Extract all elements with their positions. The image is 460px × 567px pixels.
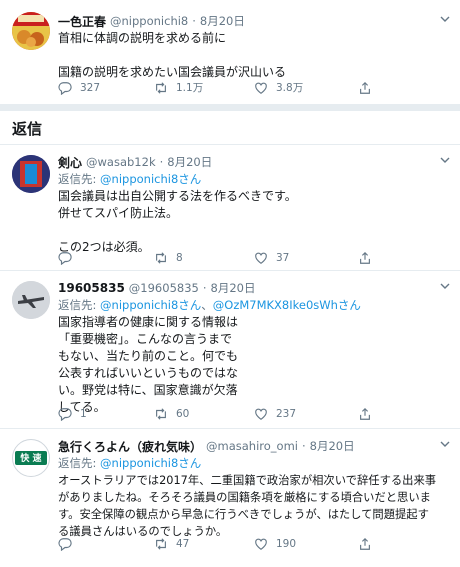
avatar[interactable]: 快 速 (12, 439, 50, 477)
share-icon (360, 81, 370, 94)
avatar-image (12, 12, 50, 50)
reply-prefix: 返信先: (58, 456, 101, 470)
user-handle[interactable]: @masahiro_omi (206, 439, 298, 453)
tweet-header: 急行くろよん（疲れ気味） @masahiro_omi · 8月20日 (58, 437, 450, 455)
retweet-icon (156, 252, 166, 264)
chevron-down-icon[interactable] (440, 155, 450, 168)
reply-button[interactable]: 1 (58, 407, 154, 421)
retweet-count: 1.1万 (176, 82, 204, 94)
reply-prefix: 返信先: (58, 172, 101, 186)
share-button[interactable] (358, 251, 380, 265)
retweet-icon (156, 81, 166, 94)
reply-icon (58, 408, 72, 421)
share-button[interactable] (358, 537, 380, 551)
heart-icon (255, 252, 267, 264)
retweet-count: 60 (176, 408, 190, 420)
chevron-down-icon[interactable] (440, 281, 450, 294)
display-name[interactable]: 一色正春 (58, 13, 106, 30)
reply-context: 返信先: @nipponichi8さん (58, 455, 450, 472)
replies-heading: 返信 (12, 120, 43, 138)
display-name[interactable]: 19605835 (58, 281, 125, 295)
tweet-actions: 1 60 237 (58, 407, 380, 421)
user-handle[interactable]: @wasab12k (86, 155, 156, 169)
reply-count: 1 (80, 408, 87, 420)
separator-dot: · (159, 155, 164, 169)
retweet-button[interactable]: 60 (154, 407, 254, 421)
reply-count: 327 (80, 81, 101, 94)
tweet-original[interactable]: 一色正春 @nipponichi8 · 8月20日 首相に体調の説明を求める前に… (0, 0, 460, 104)
heart-icon (255, 408, 267, 420)
tweet-date[interactable]: 8月20日 (167, 154, 212, 170)
reply-context: 返信先: @nipponichi8さん、@OzM7MKX8Ike0sWhさん (58, 297, 450, 314)
avatar-image (12, 281, 50, 319)
tweet-actions: 47 190 (58, 537, 380, 551)
tweet-date[interactable]: 8月20日 (310, 438, 355, 454)
like-button[interactable]: 190 (254, 537, 358, 551)
like-count: 237 (276, 408, 297, 420)
reply-prefix: 返信先: (58, 298, 101, 312)
user-handle[interactable]: @19605835 (129, 281, 199, 295)
retweet-button[interactable]: 47 (154, 537, 254, 551)
like-count: 190 (276, 538, 297, 550)
like-button[interactable]: 237 (254, 407, 358, 421)
reply-button[interactable]: 327 (58, 80, 154, 95)
reply-tweet[interactable]: 剣心 @wasab12k · 8月20日 返信先: @nipponichi8さん… (0, 145, 460, 271)
retweet-button[interactable]: 1.1万 (154, 80, 254, 95)
heart-icon (255, 538, 267, 550)
share-button[interactable] (358, 80, 380, 95)
tweet-text: オーストラリアでは2017年、二重国籍で政治家が相次いで辞任する出来事 がありま… (58, 474, 437, 538)
share-icon (360, 251, 370, 264)
reply-tweet[interactable]: 快 速 急行くろよん（疲れ気味） @masahiro_omi · 8月20日 返… (0, 429, 460, 567)
retweet-icon (156, 408, 166, 420)
avatar-badge-text: 快 速 (20, 454, 42, 464)
share-icon (360, 407, 370, 420)
avatar[interactable] (12, 281, 50, 319)
chevron-down-icon[interactable] (440, 439, 450, 452)
reply-button[interactable] (58, 537, 154, 551)
reply-tweet[interactable]: 19605835 @19605835 · 8月20日 返信先: @nipponi… (0, 271, 460, 429)
avatar-image (12, 155, 50, 193)
avatar[interactable] (12, 155, 50, 193)
separator-dot: · (202, 281, 207, 295)
reply-context: 返信先: @nipponichi8さん (58, 171, 450, 188)
reply-icon (58, 81, 72, 95)
mention-link[interactable]: @nipponichi8さん (100, 298, 201, 312)
tweet-actions: 8 37 (58, 251, 380, 265)
mention-link[interactable]: @nipponichi8さん (100, 172, 201, 186)
avatar[interactable] (12, 12, 50, 50)
separator-dot: · (301, 439, 306, 453)
tweet-header: 剣心 @wasab12k · 8月20日 (58, 153, 450, 171)
display-name[interactable]: 急行くろよん（疲れ気味） (58, 438, 202, 455)
reply-icon (58, 538, 72, 551)
share-button[interactable] (358, 407, 380, 421)
tweet-text: 首相に体調の説明を求める前に 国籍の説明を求めたい国会議員が沢山いる (58, 31, 287, 79)
tweet-date[interactable]: 8月20日 (211, 280, 256, 296)
share-icon (360, 537, 370, 550)
tweet-header: 一色正春 @nipponichi8 · 8月20日 (58, 12, 450, 30)
tweet-text: 国会議員は出自公開する法を作るべきです。 併せてスパイ防止法。 この2つは必須。 (58, 189, 297, 254)
heart-icon (255, 82, 267, 94)
separator-dot: · (192, 14, 196, 28)
reply-icon (58, 252, 72, 265)
retweet-button[interactable]: 8 (154, 251, 254, 265)
like-count: 37 (276, 252, 290, 264)
mention-separator: 、 (201, 298, 213, 312)
tweet-header: 19605835 @19605835 · 8月20日 (58, 279, 450, 297)
tweet-date[interactable]: 8月20日 (200, 13, 245, 29)
reply-button[interactable] (58, 251, 154, 265)
tweet-text: 国家指導者の健康に関する情報は 「重要機密」。こんなの言うまで もない、当たり前… (58, 315, 239, 414)
like-count: 3.8万 (276, 82, 304, 94)
tweet-actions: 327 1.1万 3.8万 (58, 80, 380, 95)
mention-link[interactable]: @OzM7MKX8Ike0sWhさん (213, 298, 361, 312)
like-button[interactable]: 3.8万 (254, 80, 358, 95)
user-handle[interactable]: @nipponichi8 (110, 14, 188, 28)
retweet-count: 47 (176, 538, 190, 550)
chevron-down-icon[interactable] (440, 14, 450, 27)
section-divider (0, 104, 460, 111)
retweet-count: 8 (176, 252, 183, 264)
mention-link[interactable]: @nipponichi8さん (100, 456, 201, 470)
retweet-icon (156, 538, 166, 550)
like-button[interactable]: 37 (254, 251, 358, 265)
display-name[interactable]: 剣心 (58, 154, 82, 171)
